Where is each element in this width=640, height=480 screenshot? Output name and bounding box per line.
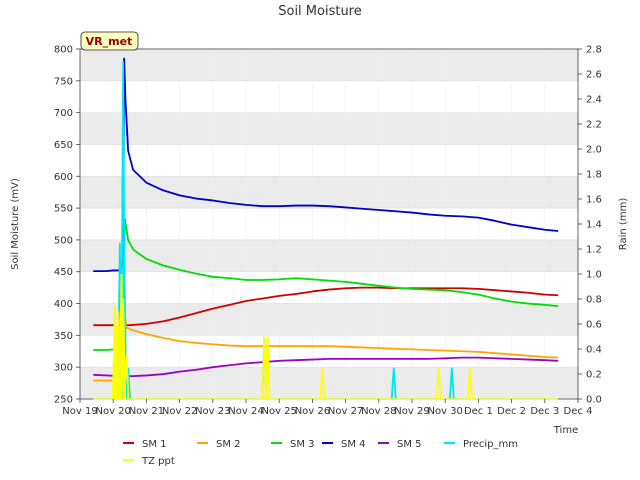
legend: SM 1 SM 2 SM 3 SM 4 SM 5 Precip_mm TZ ppt [123,439,518,467]
right-tick-label: 2.8 [586,45,602,56]
x-tick-label: Nov 20 [95,406,130,417]
right-tick-label: 0.2 [586,370,602,381]
x-axis-label: Time [553,425,578,436]
left-tick-label: 800 [54,45,73,56]
left-tick-label: 250 [54,395,73,406]
left-tick-label: 300 [54,363,73,374]
y-axis-label-left: Soil Moisture (mV) [10,178,21,270]
left-tick-label: 400 [54,299,73,310]
x-tick-label: Nov 30 [427,406,462,417]
right-axis-ticks: 0.0 0.2 0.4 0.6 0.8 1.0 1.2 1.4 1.6 1.8 2.0 2.2 2.4 2… [578,45,602,406]
right-tick-label: 0.0 [586,395,602,406]
left-tick-label: 700 [54,108,73,119]
left-tick-label: 750 [54,76,73,87]
x-tick-label: Dec 3 [530,406,559,417]
x-tick-label: Nov 21 [129,406,164,417]
right-tick-label: 0.6 [586,320,602,331]
legend-label: SM 2 [216,439,241,450]
x-tick-label: Nov 28 [361,406,396,417]
x-tick-label: Dec 1 [464,406,493,417]
legend-label: SM 3 [290,439,315,450]
x-tick-label: Nov 26 [295,406,330,417]
y-axis-label-right: Rain (mm) [618,198,629,251]
left-axis-ticks: 250 300 350 400 450 500 550 600 650 700 750 800 [54,45,80,406]
legend-label: TZ ppt [141,456,175,467]
background-band [80,367,578,399]
background-band [80,112,578,145]
series-line-sm-4 [93,57,559,272]
x-tick-label: Nov 23 [195,406,230,417]
x-axis-ticks: Nov 19Nov 20Nov 21Nov 22Nov 23Nov 24Nov … [62,399,592,417]
x-tick-label: Nov 29 [394,406,429,417]
vr-met-badge: VR_met [80,31,139,51]
legend-label: SM 5 [397,439,422,450]
x-tick-label: Nov 22 [162,406,197,417]
x-tick-label: Nov 19 [62,406,97,417]
precip-spikes [93,61,559,400]
right-tick-label: 2.2 [586,120,602,131]
right-tick-label: 2.6 [586,70,602,81]
left-tick-label: 500 [54,235,73,246]
legend-label: SM 4 [341,439,366,450]
x-tick-label: Nov 25 [261,406,296,417]
right-tick-label: 1.0 [586,270,602,281]
right-tick-label: 2.0 [586,145,602,156]
x-tick-label: Nov 27 [328,406,363,417]
right-tick-label: 0.4 [586,345,602,356]
left-tick-label: 350 [54,331,73,342]
left-tick-label: 450 [54,267,73,278]
x-tick-label: Dec 2 [497,406,526,417]
chart-title: Soil Moisture [278,4,362,19]
x-tick-label: Nov 24 [228,406,263,417]
right-tick-label: 1.2 [586,245,602,256]
right-tick-label: 2.4 [586,95,602,106]
right-tick-label: 0.8 [586,295,602,306]
background-band [80,49,578,81]
left-tick-label: 600 [54,172,73,183]
right-tick-label: 1.8 [586,170,602,181]
x-tick-label: Dec 4 [564,406,593,417]
left-tick-label: 650 [54,140,73,151]
vr-met-badge-text: VR_met [86,35,133,48]
legend-label: SM 1 [142,439,167,450]
background-band [80,176,578,209]
background-band [80,303,578,336]
legend-label: Precip_mm [463,439,518,450]
right-tick-label: 1.6 [586,195,602,206]
chart: 250 300 350 400 450 500 550 600 650 700 750 800 0.0… [10,4,629,467]
left-tick-label: 550 [54,204,73,215]
background-band [80,239,578,272]
right-tick-label: 1.4 [586,220,602,231]
